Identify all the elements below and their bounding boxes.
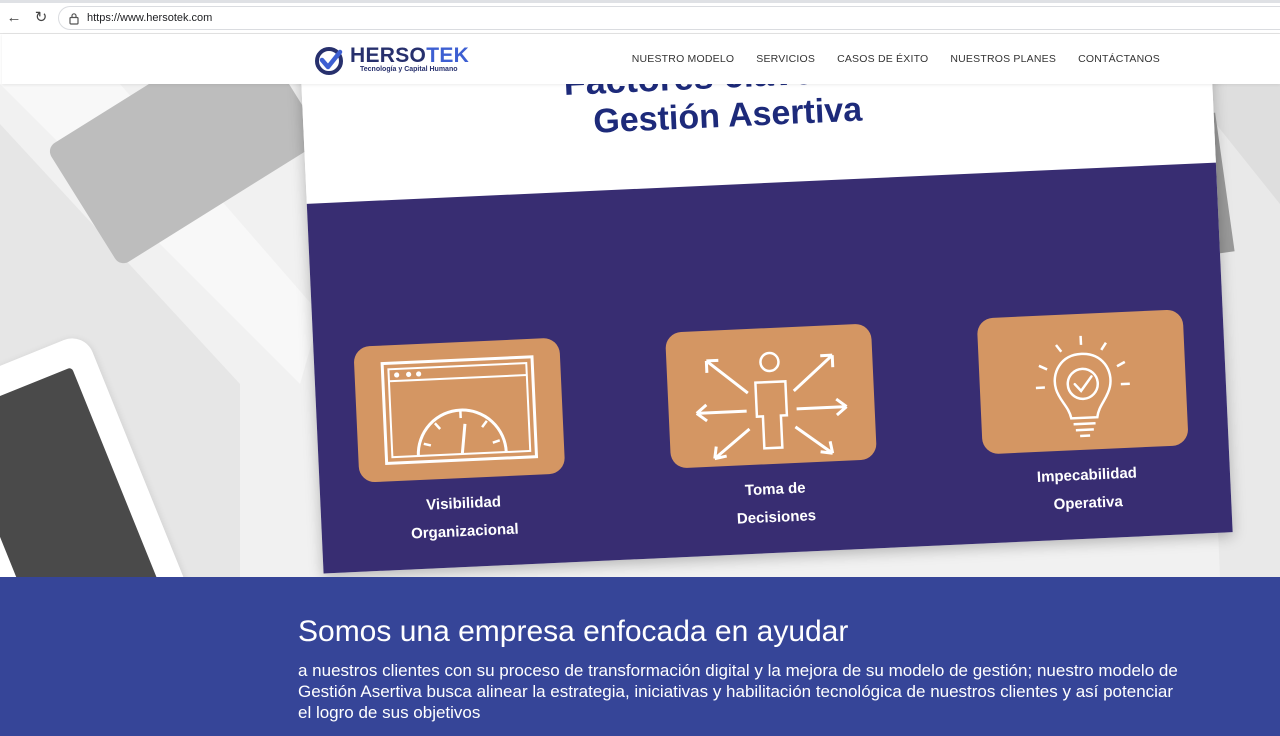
tile-label-impecabilidad: Impecabilidad Operativa xyxy=(1036,464,1138,514)
person-arrows-icon xyxy=(695,351,848,461)
card-body: Visibilidad Organizacional Toma de Decis… xyxy=(306,162,1233,574)
lock-icon xyxy=(69,13,79,25)
intro-heading: Somos una empresa enfocada en ayudar xyxy=(298,615,849,648)
reload-icon[interactable]: ↻ xyxy=(32,9,50,27)
dashboard-gauge-icon xyxy=(380,355,539,466)
hero-image: Factores clave en la Gestión Asertiva xyxy=(0,84,1280,577)
back-arrow-icon[interactable]: ← xyxy=(5,9,23,27)
tile-impecabilidad: Impecabilidad Operativa xyxy=(976,309,1189,513)
menu-item-servicios[interactable]: SERVICIOS xyxy=(756,53,815,65)
tile-visibilidad: Visibilidad Organizacional xyxy=(353,337,566,542)
menu-item-casos-de-exito[interactable]: CASOS DE ÉXITO xyxy=(837,53,928,65)
intro-text: a nuestros clientes con su proceso de tr… xyxy=(298,661,1178,722)
lightbulb-check-icon xyxy=(1035,335,1130,438)
tile-toma-de-decisiones: Toma de Decisiones xyxy=(665,323,877,528)
logo-name: HERSOTEK xyxy=(350,44,470,67)
menu-item-contactanos[interactable]: CONTÁCTANOS xyxy=(1078,53,1160,65)
menu-item-nuestro-modelo[interactable]: NUESTRO MODELO xyxy=(632,53,735,65)
logo-tagline: Tecnología y Capital Humano xyxy=(360,66,458,73)
logo-check-icon xyxy=(315,47,343,75)
headset-check-icon xyxy=(1068,84,1148,89)
menu-item-nuestros-planes[interactable]: NUESTROS PLANES xyxy=(950,53,1056,65)
tab-strip xyxy=(0,0,1280,3)
site-header: HERSOTEK Tecnología y Capital Humano NUE… xyxy=(2,34,1280,84)
browser-toolbar: ← ↻ https://www.hersotek.com xyxy=(0,0,1280,34)
address-bar[interactable]: https://www.hersotek.com xyxy=(58,6,1280,30)
url-text[interactable]: https://www.hersotek.com xyxy=(87,12,212,24)
tile-label-toma-de-decisiones: Toma de Decisiones xyxy=(736,479,817,528)
tile-label-visibilidad: Visibilidad Organizacional xyxy=(410,493,519,543)
intro-section: Somos una empresa enfocada en ayudar a n… xyxy=(0,577,1280,736)
main-menu: NUESTRO MODELO SERVICIOS CASOS DE ÉXITO … xyxy=(632,53,1160,65)
infographic-card: Factores clave en la Gestión Asertiva xyxy=(300,84,1233,574)
